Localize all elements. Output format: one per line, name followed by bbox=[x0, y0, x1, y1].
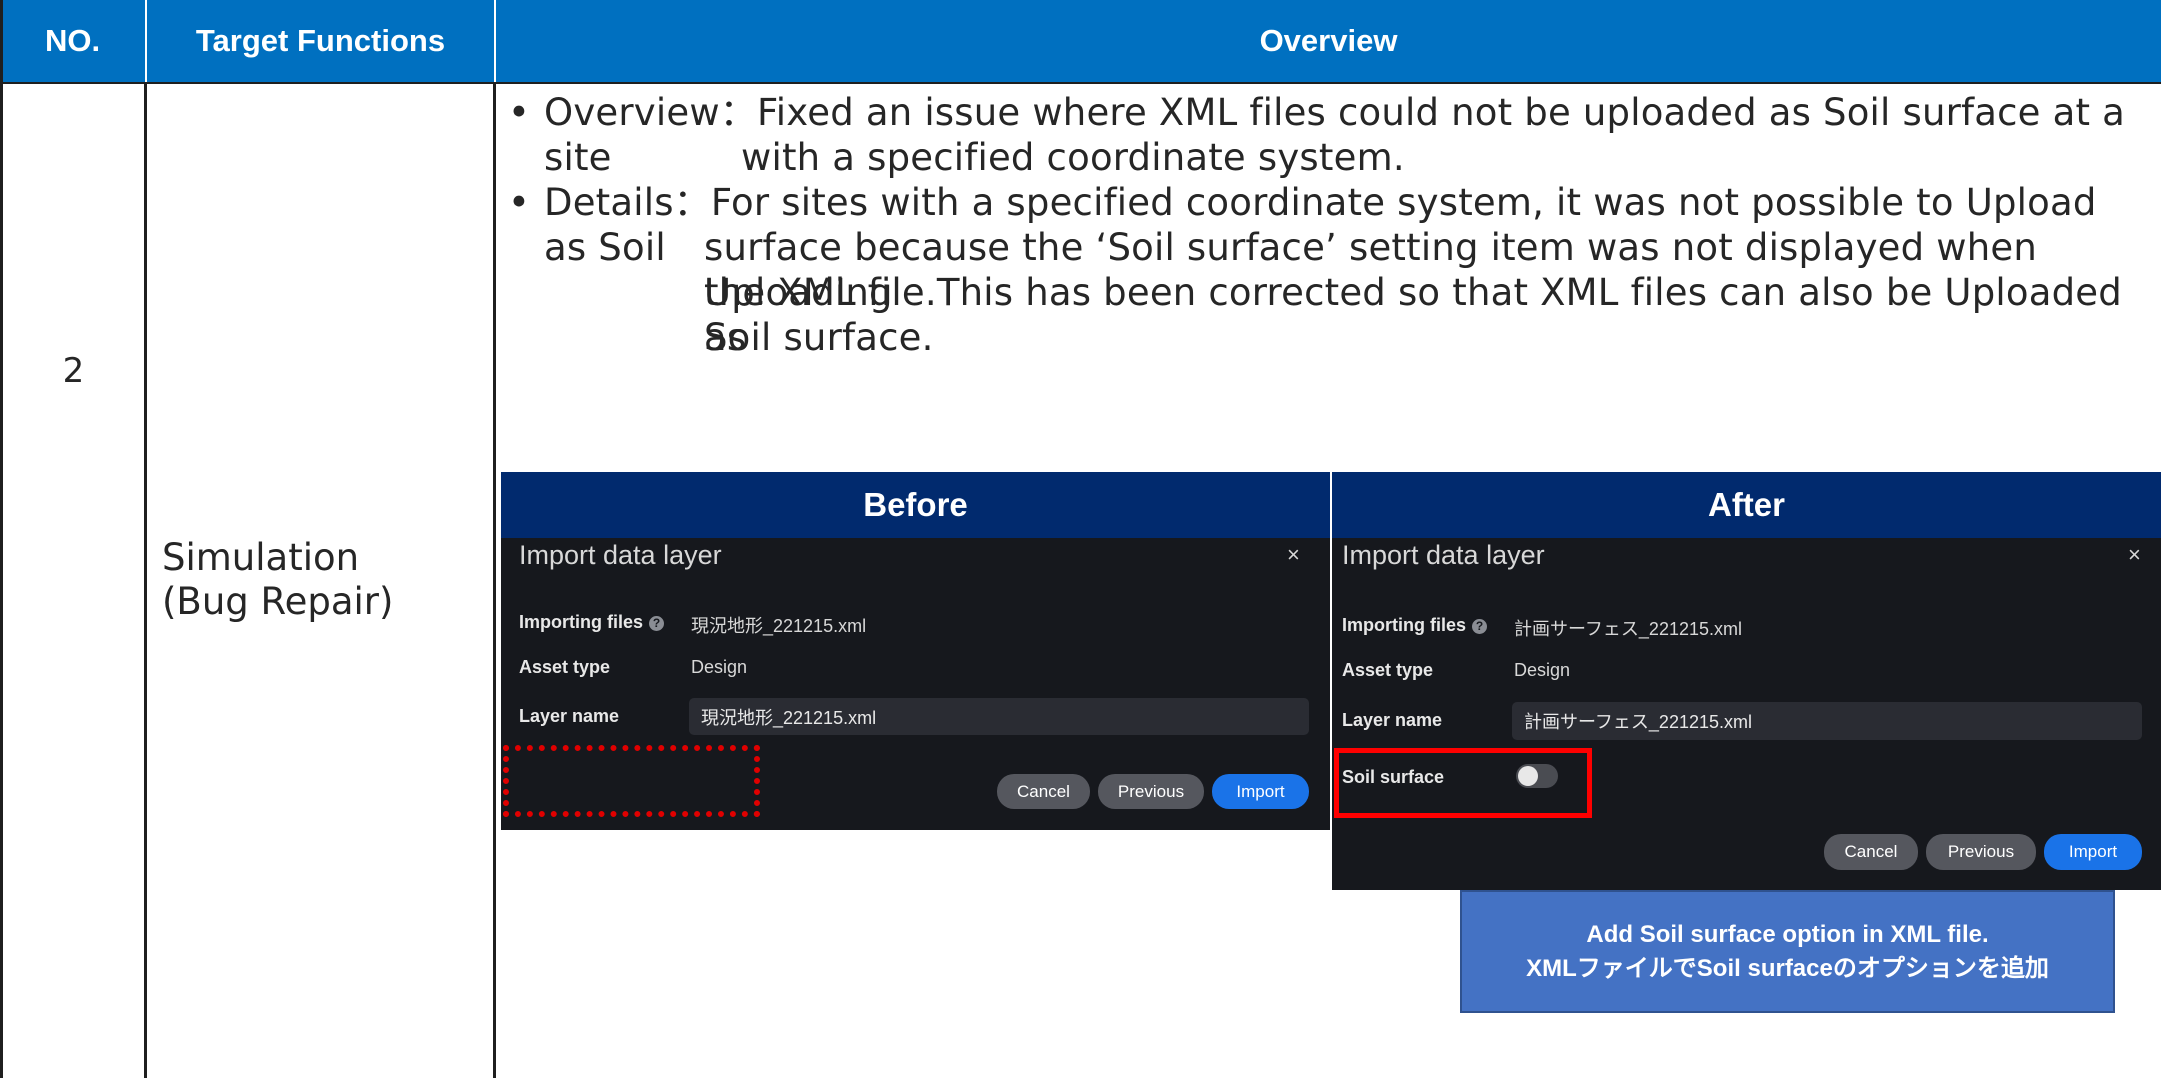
help-icon[interactable]: ? bbox=[649, 616, 665, 631]
header-overview: Overview bbox=[496, 0, 2161, 82]
missing-soil-surface-highlight bbox=[503, 745, 760, 817]
details-line2: surface because the ‘Soil surface’ setti… bbox=[704, 226, 2038, 314]
details-label: Details： bbox=[544, 181, 711, 224]
header-target-functions: Target Functions bbox=[147, 0, 494, 82]
target-function-line2: (Bug Repair) bbox=[162, 580, 394, 623]
cancel-button[interactable]: Cancel bbox=[1824, 834, 1918, 870]
importing-files-text: Importing files bbox=[519, 612, 644, 632]
details-line3: the XML file.This has been corrected so … bbox=[704, 271, 2122, 359]
change-note: Add Soil surface option in XML file. XML… bbox=[1460, 890, 2115, 1013]
row-number: 2 bbox=[62, 351, 85, 391]
note-line2: XMLファイルでSoil surfaceのオプションを追加 bbox=[1526, 954, 2049, 982]
details-item: • Details：For sites with a specified coo… bbox=[508, 180, 2148, 269]
importing-files-value: 計画サーフェス_221215.xml bbox=[1514, 619, 1742, 639]
layer-name-input[interactable]: 計画サーフェス_221215.xml bbox=[1512, 702, 2142, 740]
table-border-header-bottom bbox=[0, 82, 2161, 84]
layer-name-input[interactable]: 現況地形_221215.xml bbox=[689, 698, 1309, 735]
asset-type-value: Design bbox=[1514, 660, 1571, 680]
after-header: After bbox=[1332, 472, 2161, 538]
after-import-dialog: Import data layer × Importing files? 計画サ… bbox=[1332, 538, 2161, 890]
target-function: Simulation (Bug Repair) bbox=[162, 536, 482, 624]
overview-label: Overview： bbox=[544, 91, 757, 134]
before-header: Before bbox=[501, 472, 1330, 538]
importing-files-text: Importing files bbox=[1342, 615, 1467, 635]
table-border-col1 bbox=[144, 82, 147, 1078]
layer-name-label: Layer name bbox=[1342, 710, 1443, 730]
importing-files-label: Importing files? bbox=[1342, 615, 1488, 636]
bullet-icon: • bbox=[508, 181, 531, 224]
asset-type-value: Design bbox=[691, 657, 748, 677]
dialog-title: Import data layer bbox=[1342, 540, 1545, 570]
layer-name-label: Layer name bbox=[519, 706, 620, 726]
target-function-line1: Simulation bbox=[162, 536, 360, 579]
importing-files-label: Importing files? bbox=[519, 612, 665, 633]
overview-text: • Overview：Fixed an issue where XML file… bbox=[508, 90, 2148, 360]
asset-type-label: Asset type bbox=[519, 657, 611, 677]
import-button[interactable]: Import bbox=[2044, 834, 2142, 870]
previous-button[interactable]: Previous bbox=[1926, 834, 2036, 870]
soil-surface-highlight bbox=[1334, 748, 1592, 818]
header-no: NO. bbox=[0, 0, 145, 82]
importing-files-value: 現況地形_221215.xml bbox=[691, 616, 867, 636]
help-icon[interactable]: ? bbox=[1472, 619, 1488, 634]
details-line4: Soil surface. bbox=[704, 316, 934, 359]
previous-button[interactable]: Previous bbox=[1098, 774, 1204, 809]
overview-item: • Overview：Fixed an issue where XML file… bbox=[508, 90, 2148, 179]
close-icon[interactable]: × bbox=[2128, 542, 2141, 568]
cancel-button[interactable]: Cancel bbox=[997, 774, 1090, 809]
asset-type-label: Asset type bbox=[1342, 660, 1434, 680]
table-border-col2 bbox=[493, 82, 496, 1078]
dialog-title: Import data layer bbox=[519, 540, 722, 570]
note-line1: Add Soil surface option in XML file. bbox=[1586, 920, 1989, 948]
bullet-icon: • bbox=[508, 91, 531, 134]
import-button[interactable]: Import bbox=[1212, 774, 1309, 809]
overview-line2: with a specified coordinate system. bbox=[741, 136, 1405, 179]
close-icon[interactable]: × bbox=[1287, 542, 1300, 568]
